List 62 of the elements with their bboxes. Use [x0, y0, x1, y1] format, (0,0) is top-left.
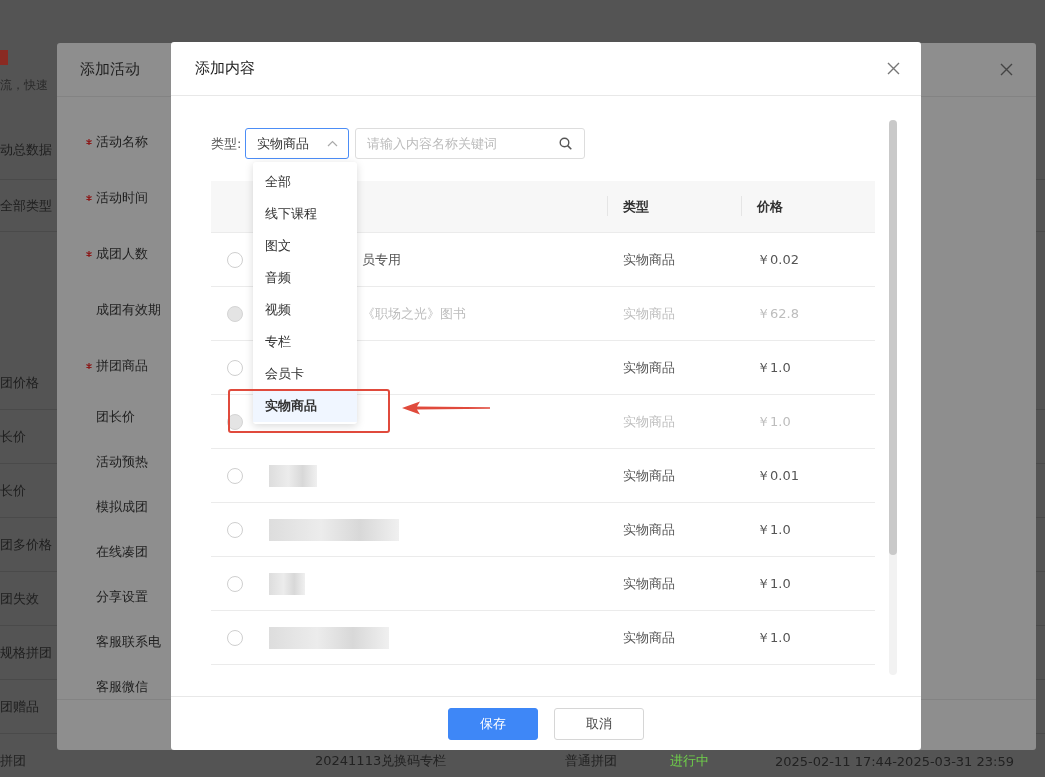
- table-cell: ￥1.0: [757, 574, 791, 593]
- type-select[interactable]: 实物商品: [245, 128, 350, 159]
- dropdown-option[interactable]: 视频: [253, 294, 357, 326]
- radio-button[interactable]: [226, 251, 243, 268]
- dropdown-option[interactable]: 实物商品: [253, 390, 357, 422]
- form-label: 成团有效期: [96, 301, 161, 319]
- search-field[interactable]: 请输入内容名称关键词: [355, 128, 586, 159]
- table-cell: ￥62.8: [757, 304, 799, 323]
- radio-button[interactable]: [226, 629, 243, 646]
- caret-icon: [327, 140, 339, 147]
- dropdown-option[interactable]: 全部: [253, 166, 357, 198]
- form-label: 模拟成团: [96, 497, 148, 516]
- dropdown-option[interactable]: 会员卡: [253, 358, 357, 390]
- radio-button[interactable]: [226, 575, 243, 592]
- form-label: 活动名称: [96, 133, 148, 151]
- table-cell: ￥0.02: [757, 250, 799, 269]
- table-cell: ￥1.0: [757, 520, 791, 539]
- table-cell: ￥1.0: [757, 358, 791, 377]
- column-header: 价格: [757, 197, 783, 216]
- dropdown-option[interactable]: 图文: [253, 230, 357, 262]
- table-cell: 实物商品: [623, 304, 675, 323]
- close-icon[interactable]: [1000, 63, 1013, 76]
- scrollbar[interactable]: [889, 120, 897, 675]
- form-label: 活动时间: [96, 189, 148, 207]
- dropdown-option[interactable]: 线下课程: [253, 198, 357, 230]
- cancel-button[interactable]: 取消: [554, 707, 644, 740]
- close-icon[interactable]: [887, 62, 900, 75]
- dialog-title: 添加内容: [195, 59, 255, 78]
- table-cell: 实物商品: [623, 628, 675, 647]
- radio-button[interactable]: [226, 359, 243, 376]
- form-label: 成团人数: [96, 245, 148, 263]
- form-label: 客服微信: [96, 677, 148, 696]
- form-label: 拼团商品: [96, 357, 148, 375]
- form-label: 活动预热: [96, 452, 148, 471]
- table-cell: ￥0.01: [757, 466, 799, 485]
- filter-label: 类型:: [211, 134, 242, 153]
- table-cell: ￥1.0: [757, 412, 791, 431]
- status-text: 进行中: [670, 752, 709, 770]
- form-label: 客服联系电: [96, 632, 161, 651]
- table-cell: 《职场之光》图书: [362, 304, 466, 323]
- table-cell: 实物商品: [623, 466, 675, 485]
- arrow-icon: [402, 401, 490, 415]
- blurred-text: [269, 464, 317, 487]
- dropdown-option[interactable]: 专栏: [253, 326, 357, 358]
- table-cell: ￥1.0: [757, 628, 791, 647]
- table-cell: 实物商品: [623, 574, 675, 593]
- table-cell: 实物商品: [623, 358, 675, 377]
- form-label: 团长价: [96, 407, 135, 426]
- blurred-text: [269, 572, 305, 595]
- table-cell: 实物商品: [623, 520, 675, 539]
- search-icon: [559, 137, 573, 150]
- badge: [0, 50, 8, 65]
- dropdown-option[interactable]: 音频: [253, 262, 357, 294]
- table-cell: 实物商品: [623, 250, 675, 269]
- form-label: 在线凑团: [96, 542, 148, 561]
- dialog-title: 添加活动: [80, 60, 140, 79]
- table-cell: 实物商品: [623, 412, 675, 431]
- column-header: 类型: [623, 197, 649, 216]
- radio-button[interactable]: [226, 467, 243, 484]
- radio-button[interactable]: [226, 521, 243, 538]
- table-cell: 员专用: [362, 250, 401, 269]
- form-label: 分享设置: [96, 587, 148, 606]
